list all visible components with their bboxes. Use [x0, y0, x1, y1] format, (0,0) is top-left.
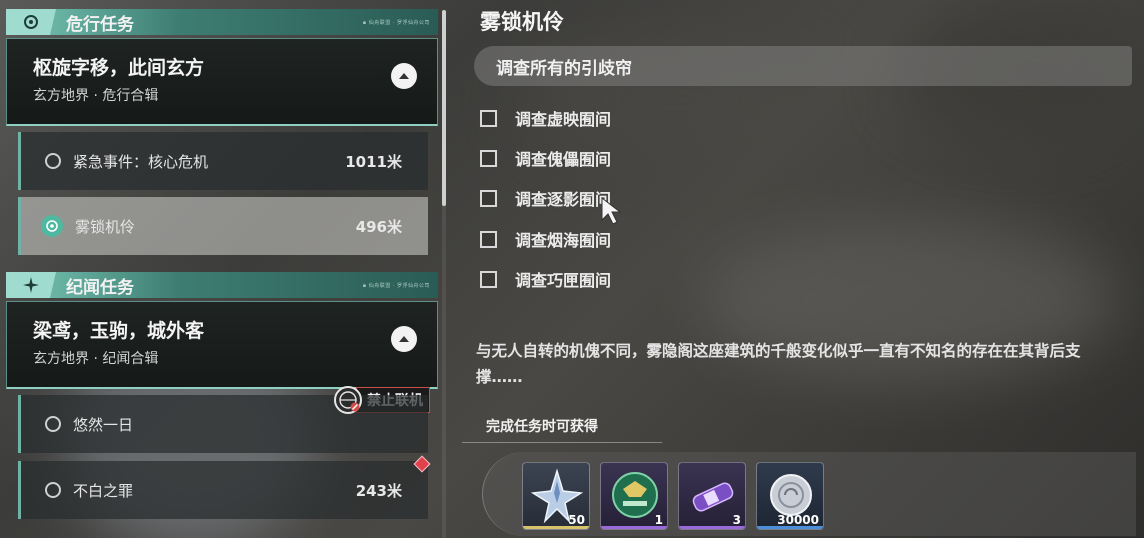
quest-description: 与无人自转的机傀不同，雾隐阁这座建筑的千般变化似乎一直有不知名的存在在其背后支撑…	[476, 342, 1081, 386]
checklist-item: 调查逐影囿间	[480, 185, 611, 211]
chevron-up-icon	[399, 336, 409, 342]
quest-item-name: 雾锁机伶	[75, 217, 136, 236]
tracking-gear-icon	[41, 215, 63, 237]
no-multiplayer-icon	[334, 386, 362, 414]
quest-item-selected[interactable]: 雾锁机伶 496米	[18, 197, 428, 255]
checklist-label: 调查巧匣囿间	[515, 271, 612, 290]
checkbox-icon	[480, 109, 497, 127]
checkbox-icon	[480, 270, 497, 288]
detail-title: 雾锁机伶	[480, 10, 564, 34]
reward-item[interactable]: 1	[600, 462, 668, 530]
checklist-label: 调查逐影囿间	[515, 190, 612, 209]
reward-quantity: 1	[654, 513, 663, 527]
quest-title: 梁鸢，玉驹，城外客	[33, 320, 205, 342]
objective-text: 调查所有的引歧帘	[496, 58, 632, 79]
quest-item-distance: 1011米	[345, 152, 402, 171]
checklist-label: 调查烟海囿间	[515, 231, 612, 250]
quest-card[interactable]: 枢旋字移，此间玄方 玄方地界 · 危行合辑	[6, 38, 438, 126]
circle-marker-icon	[45, 416, 61, 432]
checklist-label: 调查傀儡囿间	[515, 150, 612, 169]
checklist-item: 调查烟海囿间	[480, 226, 611, 252]
category-title: 纪闻任务	[66, 277, 134, 298]
chevron-up-icon	[399, 73, 409, 79]
checklist-item: 调查巧匣囿间	[480, 266, 611, 292]
reward-quantity: 50	[568, 513, 585, 527]
quest-item[interactable]: 紧急事件：核心危机 1011米	[18, 132, 428, 190]
quest-item-name: 悠然一日	[73, 415, 134, 434]
category-deco-text: ▪ 仙舟联盟 · 罗浮仙舟公司	[362, 282, 430, 289]
rarity-bar	[523, 526, 589, 529]
category-title: 危行任务	[66, 14, 134, 35]
quest-item-distance: 496米	[355, 217, 402, 236]
gear-badge-icon	[6, 9, 56, 35]
quest-list-panel: 危行任务 ▪ 仙舟联盟 · 罗浮仙舟公司 枢旋字移，此间玄方 玄方地界 · 危行…	[0, 0, 450, 538]
reward-item[interactable]: 50	[522, 462, 590, 530]
quest-item-distance: 243米	[355, 481, 402, 500]
quest-item[interactable]: 不白之罪 243米	[18, 461, 428, 519]
objective-bar: 调查所有的引歧帘	[474, 46, 1132, 86]
quest-item[interactable]: 悠然一日	[18, 395, 428, 453]
checkbox-icon	[480, 189, 497, 207]
sparkle-icon	[6, 272, 56, 298]
quest-title: 枢旋字移，此间玄方	[33, 57, 205, 79]
reward-quantity: 30000	[777, 513, 819, 527]
reward-quantity: 3	[732, 513, 741, 527]
category-header-danger[interactable]: 危行任务 ▪ 仙舟联盟 · 罗浮仙舟公司	[6, 9, 438, 35]
circle-marker-icon	[45, 482, 61, 498]
checkbox-icon	[480, 149, 497, 167]
circle-marker-icon	[45, 153, 61, 169]
category-header-chronicle[interactable]: 纪闻任务 ▪ 仙舟联盟 · 罗浮仙舟公司	[6, 272, 438, 298]
mouse-cursor-icon	[601, 196, 622, 225]
quest-detail-panel: 雾锁机伶 调查所有的引歧帘 调查虚映囿间 调查傀儡囿间 调查逐影囿间 调查烟海囿…	[456, 0, 1144, 538]
checklist-label: 调查虚映囿间	[515, 110, 612, 129]
reward-label: 完成任务时可获得	[486, 419, 598, 435]
collapse-button[interactable]	[391, 63, 417, 89]
reward-item[interactable]: 30000	[756, 462, 824, 530]
reward-item[interactable]: 3	[678, 462, 746, 530]
category-deco-text: ▪ 仙舟联盟 · 罗浮仙舟公司	[362, 19, 430, 26]
collapse-button[interactable]	[391, 326, 417, 352]
quest-card[interactable]: 梁鸢，玉驹，城外客 玄方地界 · 纪闻合辑	[6, 301, 438, 389]
rarity-bar	[757, 526, 823, 529]
checkbox-icon	[480, 230, 497, 248]
quest-subtitle: 玄方地界 · 危行合辑	[33, 88, 159, 104]
divider	[462, 442, 662, 443]
checklist-item: 调查虚映囿间	[480, 105, 611, 131]
quest-item-name: 紧急事件：核心危机	[73, 152, 209, 171]
rarity-bar	[679, 526, 745, 529]
quest-subtitle: 玄方地界 · 纪闻合辑	[33, 351, 159, 367]
checklist-item: 调查傀儡囿间	[480, 145, 611, 171]
scrollbar-thumb[interactable]	[442, 10, 446, 206]
quest-item-name: 不白之罪	[73, 481, 134, 500]
rarity-bar	[601, 526, 667, 529]
